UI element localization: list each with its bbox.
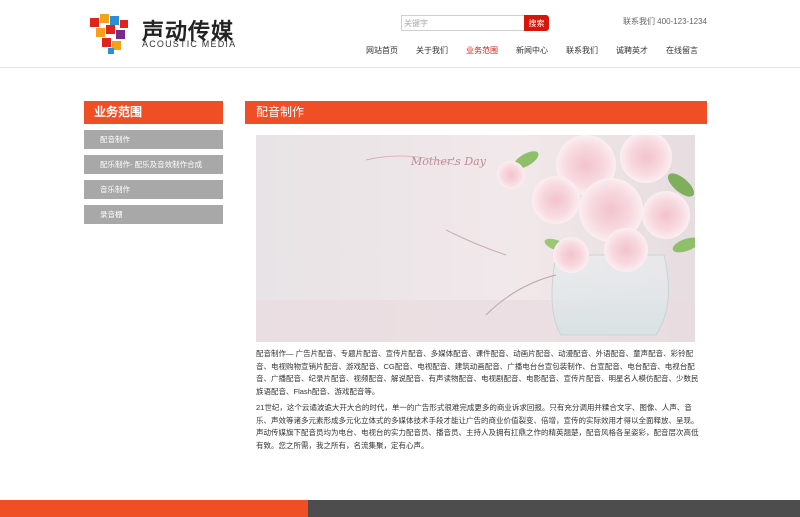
site-header: 声动传媒 ACOUSTIC MEDIA 搜索 联系我们 400-123-1234…	[0, 0, 800, 68]
sidebar-item-scoring[interactable]: 配乐制作- 配乐及音效制作合成	[84, 155, 223, 174]
banner-image: Mother's Day	[256, 135, 695, 342]
logo-cubes-icon	[88, 12, 134, 54]
nav-item-about[interactable]: 关于我们	[407, 45, 457, 59]
nav-item-news[interactable]: 新闻中心	[507, 45, 557, 59]
sidebar-item-dubbing[interactable]: 配音制作	[84, 130, 223, 149]
search-input[interactable]	[401, 15, 524, 31]
footer-bar-dark	[308, 500, 800, 517]
sidebar-title: 业务范围	[84, 101, 223, 124]
nav-item-message[interactable]: 在线留言	[657, 45, 707, 59]
sidebar-item-studio[interactable]: 录音棚	[84, 205, 223, 224]
sidebar-menu: 配音制作 配乐制作- 配乐及音效制作合成 音乐制作 录音棚	[84, 130, 223, 230]
page-title: 配音制作	[245, 101, 707, 124]
nav-item-careers[interactable]: 诚聘英才	[607, 45, 657, 59]
logo-text-en: ACOUSTIC MEDIA	[142, 39, 237, 49]
nav-item-home[interactable]: 网站首页	[357, 45, 407, 59]
search-button[interactable]: 搜索	[524, 15, 549, 31]
nav-item-services[interactable]: 业务范围	[457, 45, 507, 59]
main-nav: 网站首页 关于我们 业务范围 新闻中心 联系我们 诚聘英才 在线留言	[357, 45, 707, 59]
search-bar: 搜索	[401, 15, 549, 31]
article-paragraph: 配音制作— 广告片配音、专题片配音、宣传片配音、多媒体配音、课件配音、动画片配音…	[256, 349, 699, 396]
nav-item-contact[interactable]: 联系我们	[557, 45, 607, 59]
contact-phone: 联系我们 400-123-1234	[622, 17, 707, 26]
logo[interactable]: 声动传媒 ACOUSTIC MEDIA	[88, 12, 235, 54]
banner-script-text: Mother's Day	[410, 155, 487, 168]
article-paragraph: 21世纪，这个云谲波诡大开大合的时代，单一的广告形式很难完成更多的商业诉求回报。…	[256, 403, 699, 450]
article-body: 配音制作— 广告片配音、专题片配音、宣传片配音、多媒体配音、课件配音、动画片配音…	[256, 348, 700, 456]
sidebar-item-music[interactable]: 音乐制作	[84, 180, 223, 199]
footer-bar-accent	[0, 500, 308, 517]
flowers-illustration: Mother's Day	[256, 135, 695, 342]
